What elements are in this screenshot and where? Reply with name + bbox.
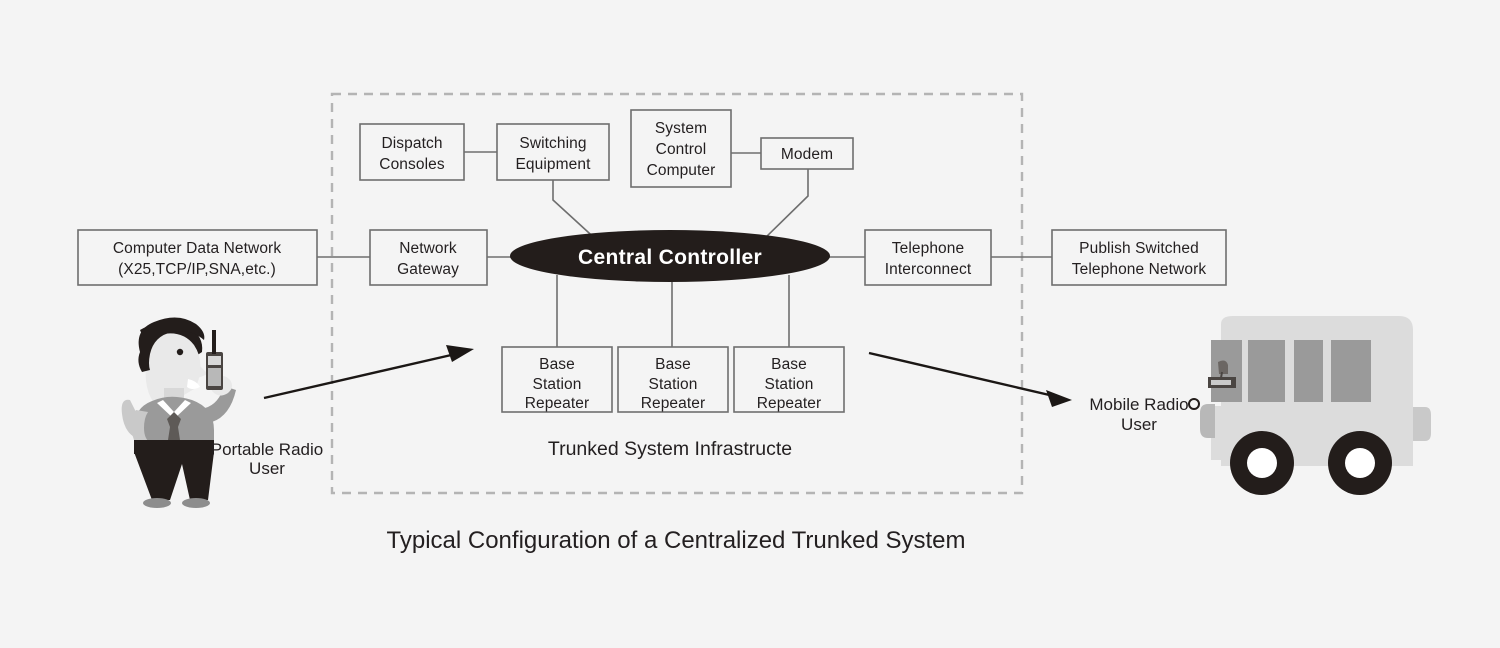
dispatch-consoles-line2: Consoles xyxy=(379,156,445,173)
mobile-radio-user-line1: Mobile Radio xyxy=(1089,395,1188,414)
base2-line3: Repeater xyxy=(641,395,706,412)
dispatch-consoles-node[interactable]: Dispatch Consoles xyxy=(359,123,465,181)
mobile-radio-bus-illustration xyxy=(1188,316,1431,495)
modem-node[interactable]: Modem xyxy=(760,137,854,170)
base2-line1: Base xyxy=(655,356,691,373)
network-gateway-node[interactable]: Network Gateway xyxy=(369,229,488,286)
diagram-caption: Typical Configuration of a Centralized T… xyxy=(387,527,966,554)
bus-window-3 xyxy=(1294,340,1323,402)
telephone-line2: Interconnect xyxy=(885,261,972,278)
portable-user-arrow xyxy=(263,345,474,400)
diagram-canvas: Dispatch Consoles Switching Equipment Sy… xyxy=(0,0,1500,648)
scc-line3: Computer xyxy=(647,162,716,179)
base-station-1-node[interactable]: Base Station Repeater xyxy=(501,346,613,413)
telephone-interconnect-node[interactable]: Telephone Interconnect xyxy=(864,229,992,286)
gateway-line2: Gateway xyxy=(397,261,459,278)
bus-front-panel xyxy=(1200,404,1215,438)
dispatch-consoles-line1: Dispatch xyxy=(381,135,442,152)
base1-line2: Station xyxy=(533,376,582,393)
mobile-user-arrow xyxy=(868,351,1072,407)
base1-line1: Base xyxy=(539,356,575,373)
mobile-radio-user-line2: User xyxy=(1121,415,1157,434)
pstn-node[interactable]: Publish Switched Telephone Network xyxy=(1051,229,1227,286)
portable-radio-user-illustration xyxy=(121,317,236,508)
computer-data-network-node[interactable]: Computer Data Network (X25,TCP/IP,SNA,et… xyxy=(77,229,318,286)
cdn-line1: Computer Data Network xyxy=(113,240,282,257)
gateway-line1: Network xyxy=(399,240,457,257)
telephone-line1: Telephone xyxy=(892,240,964,257)
central-controller-label: Central Controller xyxy=(578,246,762,269)
system-control-computer-node[interactable]: System Control Computer xyxy=(630,109,732,188)
pstn-line2: Telephone Network xyxy=(1072,261,1207,278)
bus-window-2 xyxy=(1248,340,1285,402)
base3-line2: Station xyxy=(765,376,814,393)
base3-line3: Repeater xyxy=(757,395,822,412)
portable-radio-user-line2: User xyxy=(249,459,285,478)
bus-rear-bumper xyxy=(1413,407,1431,441)
bus-window-4 xyxy=(1331,340,1371,402)
base2-line2: Station xyxy=(649,376,698,393)
switching-equipment-node[interactable]: Switching Equipment xyxy=(496,123,610,181)
portable-radio-user-line1: Portable Radio xyxy=(211,440,323,459)
base1-line3: Repeater xyxy=(525,395,590,412)
pstn-line1: Publish Switched xyxy=(1079,240,1199,257)
base-station-2-node[interactable]: Base Station Repeater xyxy=(617,346,729,413)
central-controller-node[interactable]: Central Controller xyxy=(510,230,830,282)
base-station-3-node[interactable]: Base Station Repeater xyxy=(733,346,845,413)
switching-equipment-line1: Switching xyxy=(519,135,586,152)
scc-line2: Control xyxy=(656,141,707,158)
switching-equipment-line2: Equipment xyxy=(515,156,591,173)
scc-line1: System xyxy=(655,120,707,137)
trunked-system-diagram: Dispatch Consoles Switching Equipment Sy… xyxy=(77,92,1431,554)
base3-line1: Base xyxy=(771,356,807,373)
mobile-user-arrowhead xyxy=(1046,390,1072,407)
cdn-line2: (X25,TCP/IP,SNA,etc.) xyxy=(118,261,276,278)
portable-user-arrowhead xyxy=(446,345,474,362)
modem-label: Modem xyxy=(781,146,833,163)
link-modem-to-controller xyxy=(759,169,809,244)
infrastructure-label: Trunked System Infrastructe xyxy=(548,438,792,460)
